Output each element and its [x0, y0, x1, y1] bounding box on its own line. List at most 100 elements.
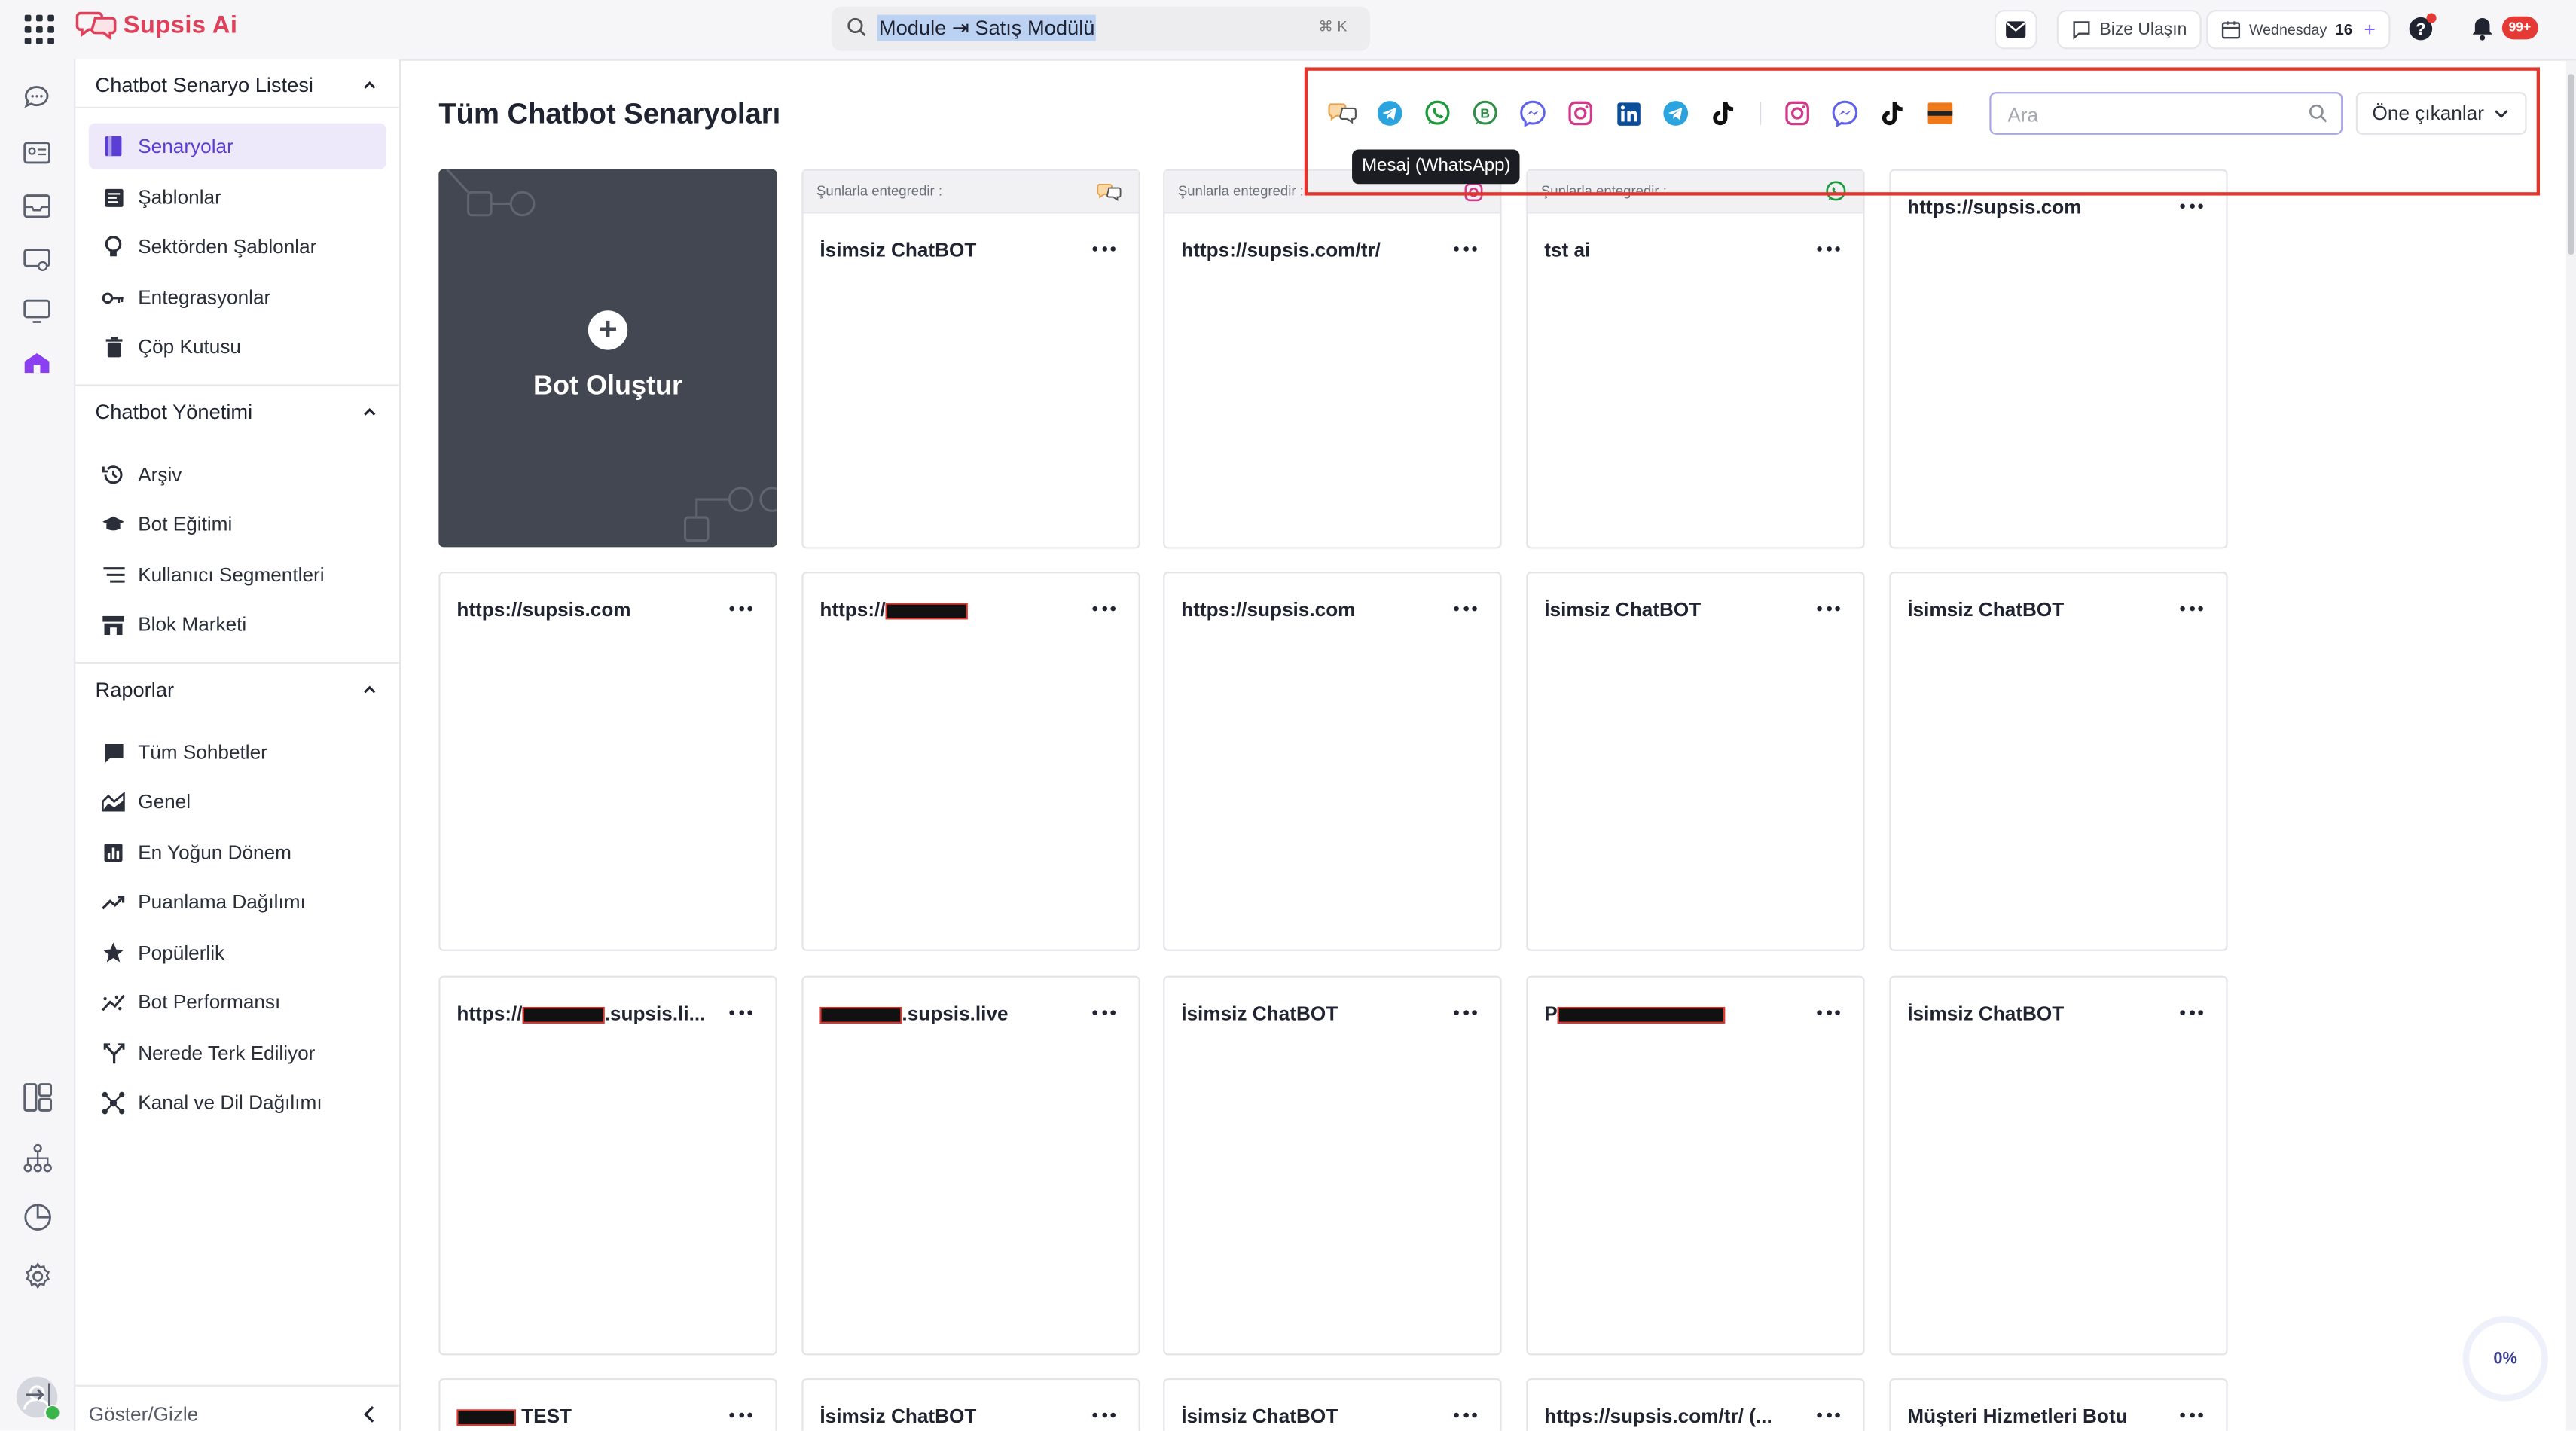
- scenario-card[interactable]: İsimsiz ChatBOT: [801, 1378, 1140, 1431]
- more-options-icon[interactable]: [1092, 246, 1116, 253]
- sidebar-item-nerede-terk-ediliyor[interactable]: Nerede Terk Ediliyor: [89, 1030, 386, 1076]
- card-title[interactable]: İsimsiz ChatBOT: [1544, 598, 1807, 621]
- add-event-icon[interactable]: +: [2364, 18, 2376, 41]
- scenario-card[interactable]: https://supsis.com: [1889, 169, 2228, 549]
- sort-dropdown[interactable]: Öne çıkanlar: [2355, 92, 2527, 135]
- more-options-icon[interactable]: [2180, 1412, 2203, 1420]
- scenario-card[interactable]: https://supsis.com/tr/ (...: [1526, 1378, 1865, 1431]
- more-options-icon[interactable]: [2180, 1010, 2203, 1017]
- more-options-icon[interactable]: [1817, 1010, 1840, 1017]
- sidebar-item-genel[interactable]: Genel: [89, 779, 386, 825]
- more-options-icon[interactable]: [1817, 246, 1840, 253]
- sidebar-item-sektorden-sablonlar[interactable]: Sektörden Şablonlar: [89, 224, 386, 270]
- more-options-icon[interactable]: [729, 1010, 752, 1017]
- sidebar-item-sablonlar[interactable]: Şablonlar: [89, 174, 386, 220]
- whatsapp-icon[interactable]: [1418, 96, 1457, 132]
- chevron-up-icon[interactable]: [362, 404, 378, 421]
- progress-widget[interactable]: 0%: [2469, 1322, 2542, 1395]
- instagram-direct-icon[interactable]: [1778, 96, 1817, 132]
- rail-inbox-icon[interactable]: [21, 191, 52, 221]
- chevron-up-icon[interactable]: [362, 682, 378, 698]
- more-options-icon[interactable]: [1092, 606, 1116, 613]
- scenario-card[interactable]: Şunlarla entegredir : tst ai: [1526, 169, 1865, 549]
- more-options-icon[interactable]: [1454, 1412, 1477, 1420]
- tiktok-secondary-icon[interactable]: [1872, 96, 1912, 132]
- inbox-button[interactable]: [1994, 10, 2037, 50]
- rail-home-icon[interactable]: [21, 346, 52, 377]
- slide-bar-icon[interactable]: [1921, 96, 1960, 132]
- chevron-up-icon[interactable]: [362, 78, 378, 94]
- date-widget[interactable]: Wednesday 16 +: [2206, 10, 2391, 50]
- rail-logout-icon[interactable]: [21, 1378, 52, 1409]
- card-title[interactable]: TEST: [456, 1405, 719, 1427]
- scenario-card[interactable]: TEST: [438, 1378, 777, 1431]
- create-bot-card[interactable]: + Bot Oluştur: [438, 169, 777, 548]
- more-options-icon[interactable]: [729, 1412, 752, 1420]
- card-title[interactable]: https://supsis.com: [1181, 598, 1444, 621]
- more-options-icon[interactable]: [2180, 203, 2203, 210]
- tiktok-icon[interactable]: [1704, 96, 1743, 132]
- scrollbar-thumb[interactable]: [2568, 74, 2574, 255]
- global-search-text[interactable]: Module ⇥ Satış Modülü: [877, 14, 1097, 41]
- vertical-scrollbar[interactable]: [2565, 60, 2576, 1431]
- telegram-icon[interactable]: [1370, 96, 1409, 132]
- global-search[interactable]: Module ⇥ Satış Modülü ⌘ K: [831, 6, 1371, 51]
- messenger-icon[interactable]: [1513, 96, 1552, 132]
- section-title-scenario-list[interactable]: Chatbot Senaryo Listesi: [96, 74, 313, 97]
- more-options-icon[interactable]: [1454, 1010, 1477, 1017]
- scenario-card[interactable]: https:// .supsis.li...: [438, 975, 777, 1356]
- more-options-icon[interactable]: [1454, 606, 1477, 613]
- scenario-search-input[interactable]: [2004, 98, 2299, 130]
- scenario-card[interactable]: İsimsiz ChatBOT: [1526, 572, 1865, 951]
- sidebar-item-arsiv[interactable]: Arşiv: [89, 452, 386, 498]
- rail-layout-icon[interactable]: [21, 1081, 52, 1112]
- rail-hierarchy-icon[interactable]: [21, 1142, 52, 1173]
- card-title[interactable]: tst ai: [1544, 238, 1807, 261]
- card-title[interactable]: https://supsis.com: [1907, 196, 2170, 219]
- livechat-icon[interactable]: [1323, 96, 1362, 132]
- more-options-icon[interactable]: [1454, 246, 1477, 253]
- card-title[interactable]: İsimsiz ChatBOT: [1181, 1002, 1444, 1025]
- section-title-reports[interactable]: Raporlar: [96, 679, 175, 702]
- more-options-icon[interactable]: [729, 606, 752, 613]
- rail-settings-icon[interactable]: [21, 1260, 52, 1291]
- sidebar-item-entegrasyonlar[interactable]: Entegrasyonlar: [89, 274, 386, 320]
- instagram-icon[interactable]: [1561, 96, 1600, 132]
- card-title[interactable]: .supsis.live: [819, 1002, 1082, 1025]
- sidebar-item-bot-egitimi[interactable]: Bot Eğitimi: [89, 501, 386, 547]
- scenario-card[interactable]: İsimsiz ChatBOT: [1163, 975, 1502, 1356]
- more-options-icon[interactable]: [2180, 606, 2203, 613]
- rail-contacts-icon[interactable]: [21, 136, 52, 167]
- rail-reports-icon[interactable]: [21, 1201, 52, 1231]
- scenario-search[interactable]: [1989, 92, 2343, 135]
- scenario-card[interactable]: İsimsiz ChatBOT: [1889, 975, 2228, 1356]
- scenario-card[interactable]: Şunlarla entegredir : https://supsis.com/…: [1163, 169, 1502, 549]
- scenario-card[interactable]: P: [1526, 975, 1865, 1356]
- sidebar-item-populerlik[interactable]: Popülerlik: [89, 930, 386, 976]
- sidebar-item-blok-marketi[interactable]: Blok Marketi: [89, 601, 386, 647]
- sidebar-item-kullanici-segmentleri[interactable]: Kullanıcı Segmentleri: [89, 552, 386, 598]
- rail-chat-icon[interactable]: [21, 82, 52, 113]
- messenger-secondary-icon[interactable]: [1825, 96, 1864, 132]
- scenario-card[interactable]: https://: [801, 572, 1140, 951]
- linkedin-icon[interactable]: [1608, 96, 1647, 132]
- contact-button[interactable]: Bize Ulaşın: [2056, 10, 2202, 50]
- sidebar-item-tum-sohbetler[interactable]: Tüm Sohbetler: [89, 729, 386, 775]
- card-title[interactable]: İsimsiz ChatBOT: [1181, 1405, 1444, 1428]
- card-title[interactable]: https:// .supsis.li...: [456, 1002, 719, 1025]
- more-options-icon[interactable]: [1092, 1010, 1116, 1017]
- card-title[interactable]: İsimsiz ChatBOT: [819, 238, 1082, 261]
- card-title[interactable]: İsimsiz ChatBOT: [1907, 1002, 2170, 1025]
- scenario-card[interactable]: https://supsis.com: [1163, 572, 1502, 951]
- section-title-chatbot-management[interactable]: Chatbot Yönetimi: [96, 401, 253, 424]
- scenario-card[interactable]: .supsis.live: [801, 975, 1140, 1356]
- more-options-icon[interactable]: [1817, 606, 1840, 613]
- sidebar-item-kanal-ve-dil-dagilimi[interactable]: Kanal ve Dil Dağılımı: [89, 1079, 386, 1125]
- card-title[interactable]: İsimsiz ChatBOT: [1907, 598, 2170, 621]
- bell-icon[interactable]: [2471, 17, 2494, 41]
- card-title[interactable]: https://supsis.com/tr/ (...: [1544, 1405, 1807, 1428]
- card-title[interactable]: P: [1544, 1002, 1807, 1025]
- sidebar-item-bot-performansi[interactable]: Bot Performansı: [89, 979, 386, 1025]
- scenario-card[interactable]: İsimsiz ChatBOT: [1163, 1378, 1502, 1431]
- scenario-card[interactable]: https://supsis.com: [438, 572, 777, 951]
